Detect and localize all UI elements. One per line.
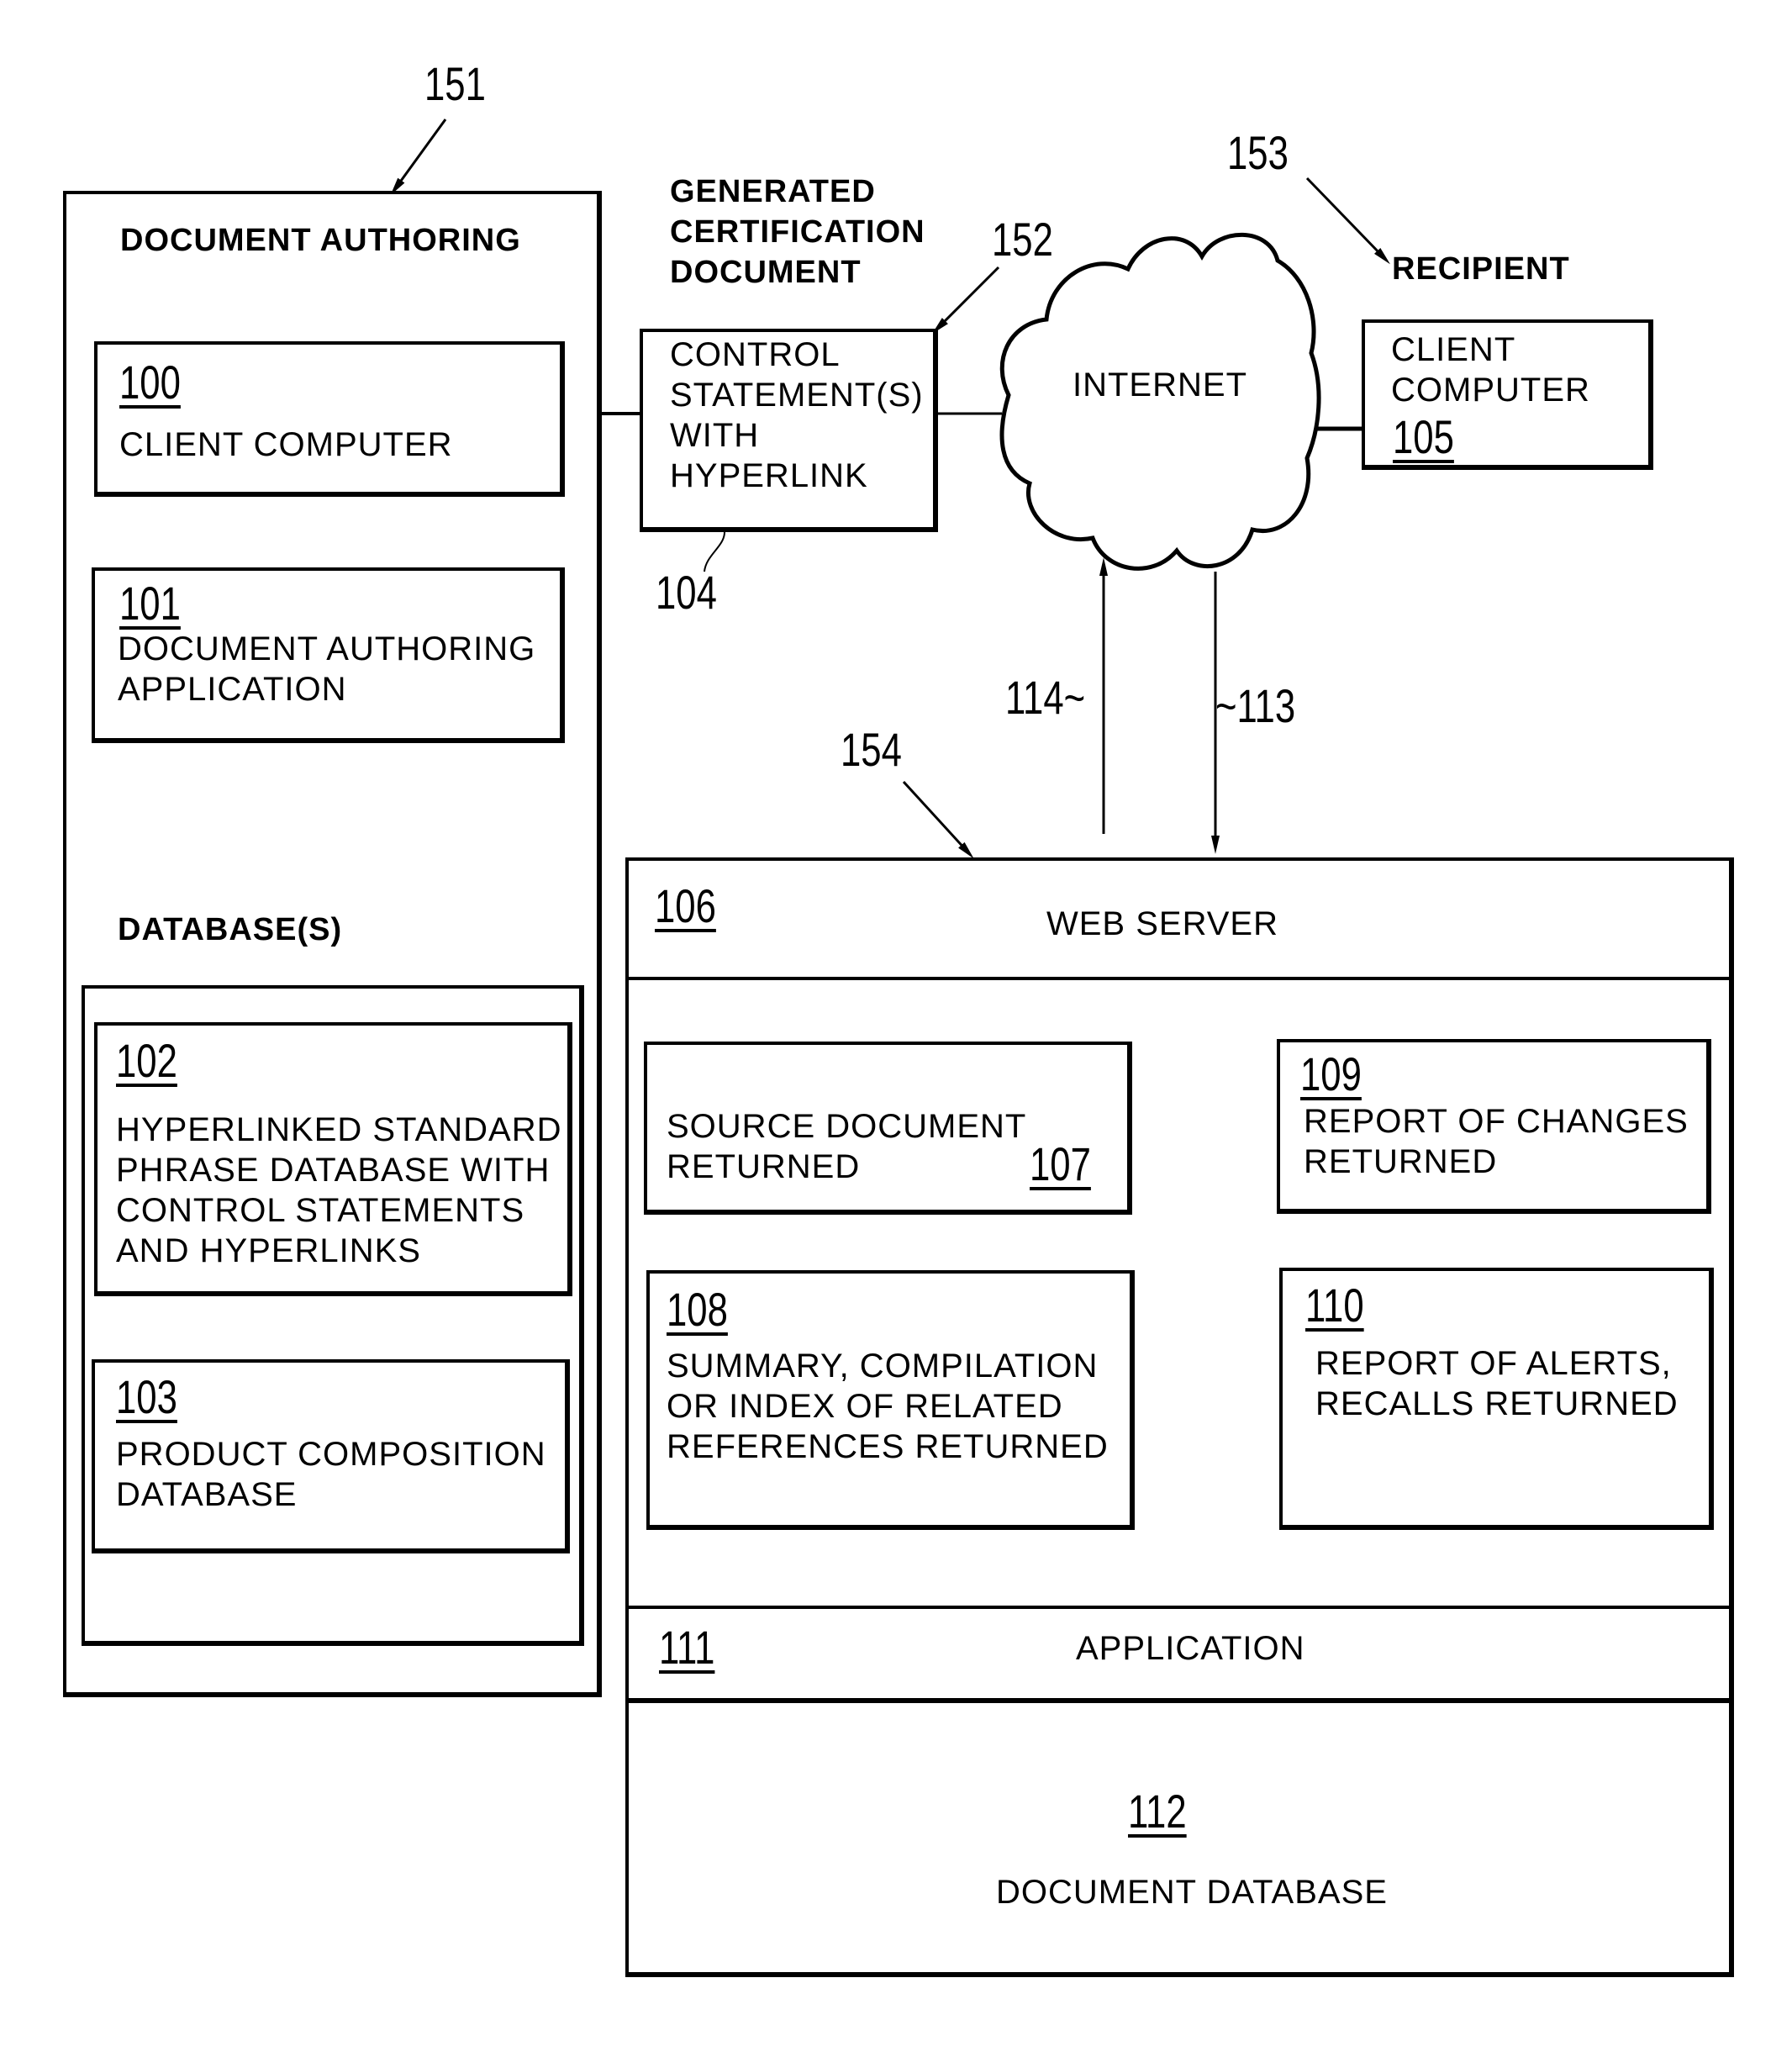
application-divider-bottom	[625, 1698, 1734, 1703]
ref-113: ~113	[1215, 679, 1296, 732]
report-alerts-label: REPORT OF ALERTS, RECALLS RETURNED	[1315, 1345, 1679, 1422]
source-document-107-num: 107	[1030, 1137, 1091, 1190]
report-changes-109-num: 109	[1300, 1047, 1362, 1100]
database-102-label: HYPERLINKED STANDARD PHRASE DATABASE WIT…	[116, 1111, 562, 1269]
summary-label: SUMMARY, COMPILATION OR INDEX OF RELATED…	[667, 1348, 1109, 1465]
application-label: APPLICATION	[1076, 1630, 1305, 1667]
database-103-num: 103	[116, 1370, 177, 1423]
databases-label: DATABASE(S)	[118, 912, 343, 947]
web-server-divider	[625, 977, 1734, 980]
client-computer-100-label: CLIENT COMPUTER	[119, 426, 453, 463]
document-database-label: DOCUMENT DATABASE	[996, 1874, 1388, 1911]
client-computer-100-num: 100	[119, 356, 181, 409]
report-alerts-110-num: 110	[1305, 1279, 1364, 1332]
ref-114: 114~	[1005, 671, 1086, 724]
ref-154: 154	[841, 723, 902, 776]
database-102-num: 102	[116, 1034, 177, 1087]
application-101-num: 101	[119, 577, 181, 630]
ref-154-arrow	[902, 780, 974, 859]
generated-document-title: GENERATED CERTIFICATION DOCUMENT	[670, 174, 925, 290]
recipient-client-num: 105	[1393, 410, 1454, 463]
ref-152: 152	[992, 213, 1053, 266]
control-statements-label: CONTROL STATEMENT(S) WITH HYPERLINK	[670, 336, 924, 494]
summary-108-num: 108	[667, 1283, 728, 1336]
ref-152-arrow	[931, 266, 1000, 335]
recipient-title: RECIPIENT	[1392, 251, 1570, 287]
internet-label: INTERNET	[1073, 367, 1247, 403]
application-111-num: 111	[659, 1621, 715, 1674]
application-divider-top	[625, 1606, 1734, 1609]
ref-151: 151	[424, 57, 486, 110]
ref-153: 153	[1227, 126, 1289, 179]
ref-104: 104	[656, 566, 717, 619]
web-server-label: WEB SERVER	[1046, 905, 1278, 942]
source-document-label: SOURCE DOCUMENT RETURNED	[667, 1108, 1027, 1185]
web-server-106-num: 106	[655, 879, 716, 932]
ref-153-arrow	[1305, 177, 1390, 265]
application-101-label: DOCUMENT AUTHORING APPLICATION	[118, 630, 536, 708]
document-authoring-title: DOCUMENT AUTHORING	[120, 223, 521, 258]
document-database-112-num: 112	[1128, 1785, 1187, 1838]
ref-151-arrow	[390, 119, 447, 196]
report-changes-label: REPORT OF CHANGES RETURNED	[1304, 1103, 1689, 1180]
database-103-label: PRODUCT COMPOSITION DATABASE	[116, 1436, 546, 1513]
recipient-client-label: CLIENT COMPUTER	[1391, 331, 1590, 409]
